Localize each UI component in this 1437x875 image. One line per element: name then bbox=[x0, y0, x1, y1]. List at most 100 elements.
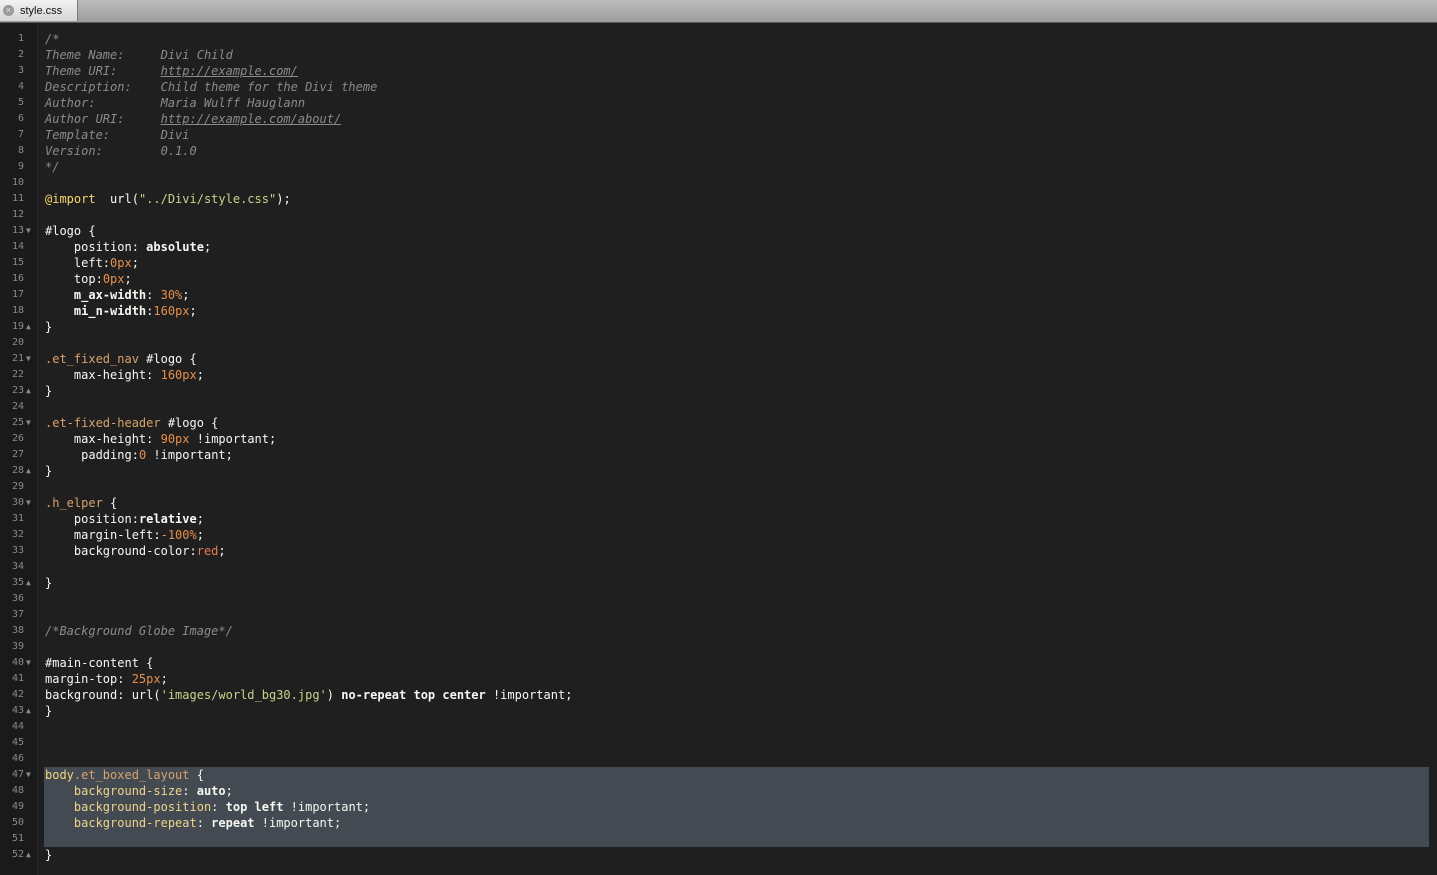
line-number: 37 bbox=[11, 609, 24, 620]
code-token: .et-fixed-header bbox=[45, 416, 161, 430]
fold-close-icon[interactable]: ▲ bbox=[26, 463, 31, 479]
code-line[interactable]: Version: 0.1.0 bbox=[45, 143, 197, 159]
line-number: 3 bbox=[17, 65, 24, 76]
fold-open-icon[interactable]: ▼ bbox=[26, 655, 31, 671]
fold-close-icon[interactable]: ▲ bbox=[26, 847, 31, 863]
code-line[interactable]: } bbox=[45, 575, 52, 591]
code-line[interactable]: } bbox=[45, 703, 52, 719]
code-line[interactable]: background-repeat: repeat !important; bbox=[45, 815, 341, 831]
code-token: : bbox=[146, 432, 161, 446]
code-line[interactable]: top:0px; bbox=[45, 271, 132, 287]
code-line[interactable]: background-color:red; bbox=[45, 543, 226, 559]
line-number: 48 bbox=[11, 785, 24, 796]
code-line[interactable]: left:0px; bbox=[45, 255, 139, 271]
code-line[interactable]: position: absolute; bbox=[45, 239, 211, 255]
line-number: 6 bbox=[17, 113, 24, 124]
code-line[interactable]: @import url("../Divi/style.css"); bbox=[45, 191, 291, 207]
code-token: !important bbox=[189, 432, 269, 446]
code-token: top left bbox=[225, 800, 284, 814]
code-line[interactable]: /*Background Globe Image*/ bbox=[45, 623, 233, 639]
code-token: 160px bbox=[153, 304, 190, 318]
code-line[interactable]: Description: Child theme for the Divi th… bbox=[45, 79, 377, 95]
code-token: : bbox=[189, 544, 197, 558]
code-token: max-height bbox=[45, 432, 147, 446]
code-line[interactable]: #logo { bbox=[45, 223, 96, 239]
code-token: Version: 0.1.0 bbox=[45, 144, 197, 158]
code-token: 160px bbox=[160, 368, 197, 382]
fold-open-icon[interactable]: ▼ bbox=[26, 223, 31, 239]
line-number: 10 bbox=[11, 177, 24, 188]
code-token: : bbox=[102, 256, 111, 270]
code-line[interactable]: background-position: top left !important… bbox=[45, 799, 370, 815]
code-line[interactable]: padding:0 !important; bbox=[45, 447, 233, 463]
code-line[interactable]: margin-top: 25px; bbox=[45, 671, 168, 687]
line-number: 9 bbox=[17, 161, 24, 172]
line-number: 42 bbox=[11, 689, 24, 700]
line-number: 19 bbox=[11, 321, 24, 332]
code-line[interactable]: } bbox=[45, 847, 52, 863]
code-line[interactable]: Template: Divi bbox=[45, 127, 190, 143]
code-line[interactable]: body.et_boxed_layout { bbox=[45, 767, 204, 783]
code-token: : bbox=[131, 512, 139, 526]
code-line[interactable]: mi_n-width:160px; bbox=[45, 303, 197, 319]
code-line[interactable]: } bbox=[45, 383, 52, 399]
code-line[interactable]: position:relative; bbox=[45, 511, 204, 527]
line-number: 43 bbox=[11, 705, 24, 716]
code-token: background-size bbox=[45, 784, 183, 798]
fold-close-icon[interactable]: ▲ bbox=[26, 319, 31, 335]
code-token: : bbox=[146, 288, 161, 302]
code-token: : bbox=[211, 800, 226, 814]
close-tab-icon[interactable]: × bbox=[3, 5, 14, 16]
code-token: } bbox=[45, 384, 53, 398]
code-line[interactable]: .et-fixed-header #logo { bbox=[45, 415, 218, 431]
code-line[interactable]: */ bbox=[45, 159, 59, 175]
code-line[interactable]: } bbox=[45, 319, 52, 335]
code-line[interactable]: max-height: 160px; bbox=[45, 367, 204, 383]
line-number: 14 bbox=[11, 241, 24, 252]
code-line[interactable]: .h_elper { bbox=[45, 495, 117, 511]
code-token: Author: Maria Wulff Hauglann bbox=[45, 96, 306, 110]
line-number: 2 bbox=[17, 49, 24, 60]
line-number-gutter: 1 2 3 4 5 6 7 8 9 10 11 12 13 ▼ 14 15 16 17 18 19 ▲ 20 21 ▼ 22 23… bbox=[0, 23, 38, 875]
code-token: ; bbox=[196, 512, 204, 526]
fold-close-icon[interactable]: ▲ bbox=[26, 383, 31, 399]
code-token: { bbox=[102, 496, 118, 510]
code-line[interactable]: max-height: 90px !important; bbox=[45, 431, 276, 447]
fold-open-icon[interactable]: ▼ bbox=[26, 495, 31, 511]
fold-open-icon[interactable]: ▼ bbox=[26, 767, 31, 783]
code-line[interactable]: .et_fixed_nav #logo { bbox=[45, 351, 197, 367]
code-token: ; bbox=[189, 304, 197, 318]
code-token: ; bbox=[218, 544, 226, 558]
line-number: 4 bbox=[17, 81, 24, 92]
code-line[interactable]: background-size: auto; bbox=[45, 783, 233, 799]
code-line[interactable]: } bbox=[45, 463, 52, 479]
code-line[interactable]: background: url('images/world_bg30.jpg')… bbox=[45, 687, 572, 703]
code-token: { bbox=[203, 416, 219, 430]
code-token: padding bbox=[45, 448, 132, 462]
code-line[interactable]: m_ax-width: 30%; bbox=[45, 287, 190, 303]
line-number: 17 bbox=[11, 289, 24, 300]
code-token: ; bbox=[565, 688, 573, 702]
code-line[interactable]: Author URI: http://example.com/about/ bbox=[45, 111, 341, 127]
line-number: 33 bbox=[11, 545, 24, 556]
code-token: Theme URI: bbox=[45, 64, 161, 78]
code-line[interactable]: Theme URI: http://example.com/ bbox=[45, 63, 298, 79]
code-token: ; bbox=[225, 448, 233, 462]
code-token: Author URI: bbox=[45, 112, 161, 126]
code-token: !important bbox=[146, 448, 226, 462]
tab-style-css[interactable]: × style.css bbox=[0, 0, 78, 21]
fold-open-icon[interactable]: ▼ bbox=[26, 351, 31, 367]
code-line[interactable]: Author: Maria Wulff Hauglann bbox=[45, 95, 305, 111]
fold-close-icon[interactable]: ▲ bbox=[26, 575, 31, 591]
code-token: @import bbox=[45, 192, 96, 206]
code-token: : bbox=[131, 448, 139, 462]
code-token: ; bbox=[203, 240, 212, 254]
code-token: !important bbox=[254, 816, 335, 830]
code-line[interactable]: Theme Name: Divi Child bbox=[45, 47, 233, 63]
fold-close-icon[interactable]: ▲ bbox=[26, 703, 31, 719]
code-line[interactable]: margin-left:-100%; bbox=[45, 527, 204, 543]
code-line[interactable]: /* bbox=[45, 31, 59, 47]
fold-open-icon[interactable]: ▼ bbox=[26, 415, 31, 431]
code-line[interactable]: #main-content { bbox=[45, 655, 153, 671]
code-token: absolute bbox=[146, 240, 204, 254]
